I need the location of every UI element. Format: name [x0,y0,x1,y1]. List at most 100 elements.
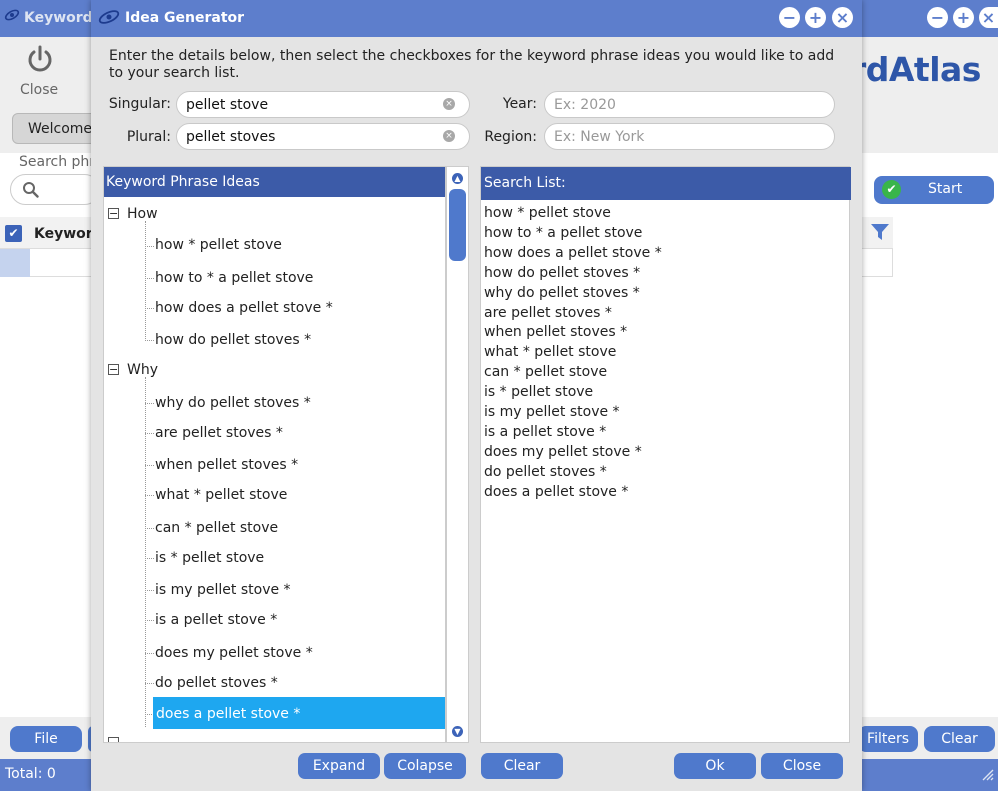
tree-group-why[interactable]: − Why [108,362,158,378]
collapse-button[interactable]: Colapse [384,753,466,779]
tree-connector [145,528,154,529]
filters-button[interactable]: Filters [858,726,918,752]
close-dialog-icon[interactable]: × [832,7,853,28]
list-item[interactable]: does a pellet stove * [484,483,662,503]
year-label: Year: [502,96,537,112]
list-item[interactable]: when pellet stoves * [155,457,298,473]
list-item[interactable]: why do pellet stoves * [155,395,311,411]
power-icon[interactable] [25,44,55,74]
ok-button[interactable]: Ok [674,753,756,779]
collapse-icon[interactable]: − [108,364,119,375]
row-selector[interactable] [0,249,30,277]
tree-connector [145,278,154,279]
list-item[interactable]: is my pellet stove * [155,582,291,598]
list-item[interactable]: what * pellet stove [155,487,287,503]
brand-logo: rdAtlas [850,50,981,89]
tree-connector [145,221,146,341]
idea-generator-dialog: Idea Generator − + × Enter the details b… [91,0,862,791]
tree-connector [145,340,154,341]
list-item[interactable]: how * pellet stove [155,237,282,253]
resize-grip-icon[interactable] [980,767,994,781]
list-item[interactable]: can * pellet stove [155,520,278,536]
search-list: how * pellet stove how to * a pellet sto… [484,204,662,503]
select-all-checkbox[interactable]: ✔ [5,225,22,242]
tree-connector [145,308,154,309]
total-count: Total: 0 [5,766,56,782]
collapse-icon[interactable]: − [108,737,119,742]
list-item[interactable]: how do pellet stoves * [155,332,311,348]
singular-label: Singular: [108,96,171,112]
list-item[interactable]: are pellet stoves * [155,425,283,441]
region-input[interactable]: Ex: New York [544,123,835,150]
plural-label: Plural: [126,129,171,145]
year-input[interactable]: Ex: 2020 [544,91,835,118]
clear-search-list-button[interactable]: Clear [481,753,563,779]
minimize-icon[interactable]: − [779,7,800,28]
start-button[interactable]: ✔ Start [874,176,994,204]
list-item[interactable]: is * pellet stove [155,550,264,566]
list-item[interactable]: do pellet stoves * [155,675,278,691]
tab-welcome[interactable]: Welcome [12,113,102,144]
tree-connector [145,465,154,466]
list-item[interactable]: does my pellet stove * [484,443,662,463]
list-item[interactable]: do pellet stoves * [484,463,662,483]
list-item[interactable]: is my pellet stove * [484,403,662,423]
tree-connector [145,620,154,621]
main-window-title: Keyword [24,10,93,26]
ideas-scrollbar[interactable]: ▲ ▼ [446,166,469,743]
list-item[interactable]: is a pellet stove * [155,612,277,628]
clear-singular-icon[interactable]: × [443,98,455,110]
list-item[interactable]: are pellet stoves * [484,304,662,324]
search-list-header: Search List: [481,167,851,200]
list-item[interactable]: how does a pellet stove * [155,300,333,316]
minimize-icon[interactable]: − [927,7,948,28]
list-item-selected[interactable]: does a pellet stove * [153,697,445,729]
search-icon [23,182,39,198]
expand-button[interactable]: Expand [298,753,380,779]
list-item[interactable]: can * pellet stove [484,363,662,383]
close-label[interactable]: Close [20,82,58,98]
list-item[interactable]: is * pellet stove [484,383,662,403]
dialog-title: Idea Generator [125,10,245,26]
search-list-panel: Search List: how * pellet stove how to *… [480,166,851,743]
file-button[interactable]: File [10,726,82,752]
list-item[interactable]: when pellet stoves * [484,323,662,343]
filter-icon[interactable] [870,222,890,242]
app-logo-icon [98,10,120,24]
clear-button[interactable]: Clear [924,726,995,752]
tree-connector [145,653,154,654]
maximize-icon[interactable]: + [953,7,974,28]
tree-group-how[interactable]: − How [108,206,158,222]
list-item[interactable]: how to * a pellet stove [484,224,662,244]
app-logo-icon [4,7,20,27]
scroll-down-icon[interactable]: ▼ [452,726,463,737]
clear-plural-icon[interactable]: × [443,130,455,142]
scroll-up-icon[interactable]: ▲ [452,173,463,184]
tree-connector [145,683,154,684]
tree-group-next[interactable]: − [108,735,127,742]
tree-connector [145,403,154,404]
check-icon: ✔ [882,180,901,199]
list-item[interactable]: how do pellet stoves * [484,264,662,284]
scroll-thumb[interactable] [449,189,466,261]
collapse-icon[interactable]: − [108,208,119,219]
list-item[interactable]: what * pellet stove [484,343,662,363]
list-item[interactable]: does my pellet stove * [155,645,313,661]
list-item[interactable]: how to * a pellet stove [155,270,313,286]
close-button[interactable]: Close [761,753,843,779]
plural-input[interactable]: pellet stoves [176,123,470,150]
tree-connector [145,558,154,559]
list-item[interactable]: is a pellet stove * [484,423,662,443]
keyword-ideas-panel: Keyword Phrase Ideas − How how * pellet s… [103,166,446,743]
singular-input[interactable]: pellet stove [176,91,470,118]
list-item[interactable]: how * pellet stove [484,204,662,224]
tree-connector [145,377,146,727]
start-label: Start [928,181,963,197]
list-item[interactable]: why do pellet stoves * [484,284,662,304]
maximize-icon[interactable]: + [805,7,826,28]
list-item[interactable]: how does a pellet stove * [484,244,662,264]
search-label: Search phr [19,154,96,170]
region-label: Region: [484,129,537,145]
close-window-icon[interactable]: × [979,7,998,28]
ideas-panel-header: Keyword Phrase Ideas [104,167,445,197]
